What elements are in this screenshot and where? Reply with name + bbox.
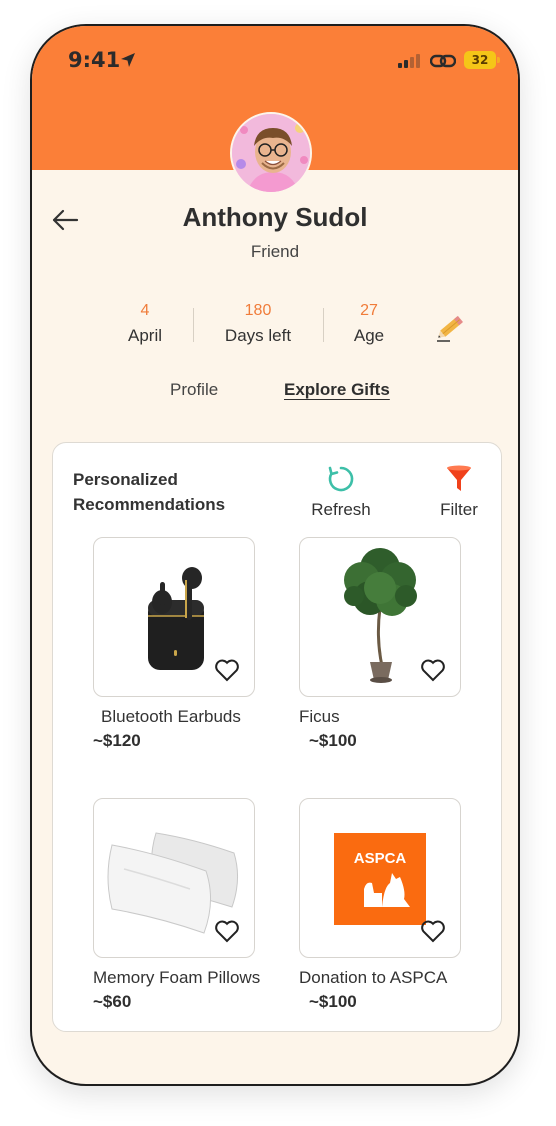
stat-divider (323, 308, 324, 342)
heart-icon[interactable] (420, 919, 446, 943)
product-image[interactable] (93, 798, 255, 958)
profile-relation: Friend (250, 242, 300, 261)
product-name: Memory Foam Pillows (93, 968, 261, 987)
link-icon (430, 54, 456, 68)
stat-label: April (127, 326, 162, 345)
aspca-logo-text: ASPCA (354, 850, 407, 867)
heart-icon[interactable] (214, 919, 240, 943)
title-line-2: Recommendations (73, 495, 226, 514)
battery-nub (497, 57, 500, 63)
heart-icon[interactable] (420, 658, 446, 682)
avatar-photo (232, 114, 310, 192)
product-card[interactable]: Ficus ~$100 (299, 537, 461, 751)
tab-bar: Profile Explore Gifts (32, 380, 518, 404)
product-image[interactable] (299, 537, 461, 697)
recommendations-card: Personalized Recommendations Refresh Fil… (52, 442, 502, 1032)
signal-icon (398, 54, 420, 68)
heart-icon[interactable] (214, 658, 240, 682)
stat-value: 27 (360, 302, 378, 319)
product-image[interactable] (93, 537, 255, 697)
battery-icon: 32 (464, 51, 496, 69)
product-name: Bluetooth Earbuds (101, 707, 241, 726)
refresh-button[interactable]: Refresh (305, 465, 377, 520)
refresh-label: Refresh (311, 500, 371, 519)
filter-funnel-icon (447, 465, 471, 491)
avatar[interactable] (230, 112, 312, 194)
title-line-1: Personalized (73, 470, 178, 489)
stat-value: 180 (244, 302, 272, 319)
pencil-edit-icon[interactable] (434, 308, 470, 344)
tab-explore-gifts[interactable]: Explore Gifts (284, 380, 390, 400)
product-price: ~$60 (93, 992, 132, 1011)
product-image[interactable]: ASPCA (299, 798, 461, 958)
stat-days-left: 180 Days left (212, 302, 304, 346)
refresh-icon (328, 466, 354, 492)
location-arrow-icon (121, 53, 135, 67)
product-card[interactable]: Bluetooth Earbuds ~$120 (93, 537, 255, 751)
profile-name: Anthony Sudol (182, 202, 368, 232)
status-bar: 9:41 32 (32, 26, 518, 96)
filter-button[interactable]: Filter (431, 465, 487, 520)
product-name: Ficus (299, 707, 340, 726)
tab-profile[interactable]: Profile (170, 380, 218, 400)
product-card[interactable]: Memory Foam Pillows ~$60 (93, 798, 261, 1012)
product-price: ~$100 (309, 731, 357, 750)
phone-frame: 9:41 32 Anthony Sudol Friend 4 April 180… (30, 24, 520, 1086)
stat-divider (193, 308, 194, 342)
product-name: Donation to ASPCA (299, 968, 448, 987)
status-time: 9:41 (68, 48, 121, 72)
product-card[interactable]: ASPCA Donation to ASPCA ~$100 (299, 798, 461, 1012)
stat-label: Age (353, 326, 385, 345)
stat-birth-date: 4 April (114, 302, 176, 346)
recommendations-title: Personalized Recommendations (73, 467, 273, 517)
product-price: ~$120 (93, 731, 141, 750)
product-price: ~$100 (309, 992, 357, 1011)
stat-value: 4 (140, 302, 150, 319)
filter-label: Filter (440, 500, 478, 519)
stat-label: Days left (224, 326, 292, 345)
stat-age: 27 Age (340, 302, 398, 346)
